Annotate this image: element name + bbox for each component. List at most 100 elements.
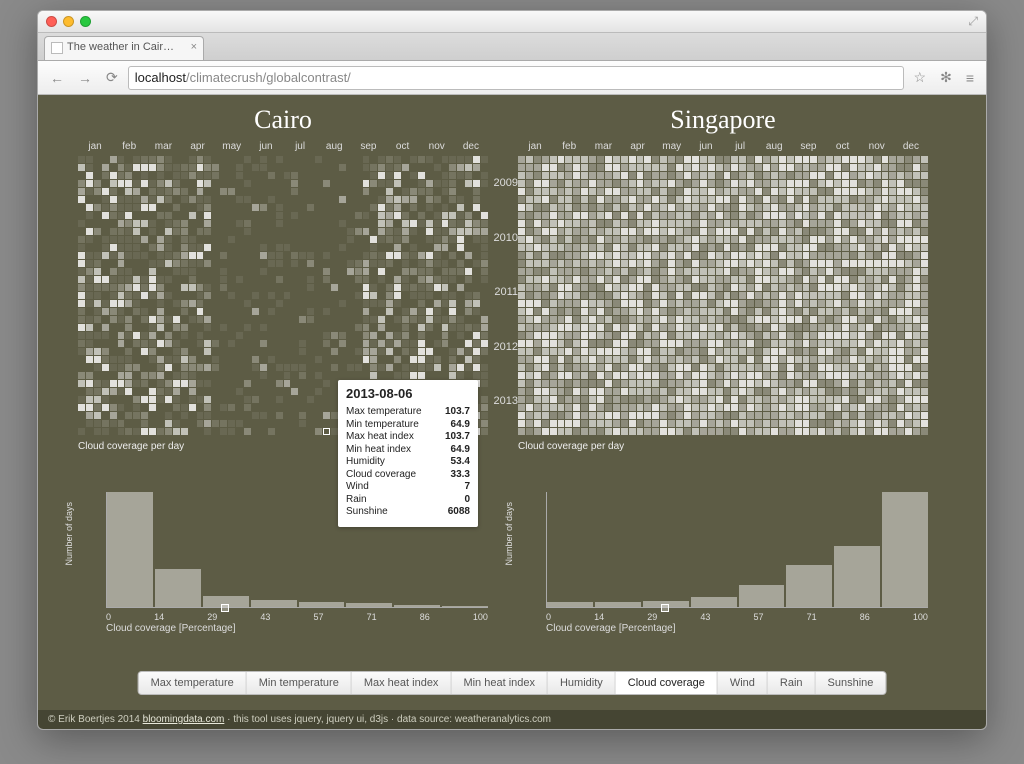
- heatmap-cell[interactable]: [228, 380, 235, 387]
- heatmap-cell[interactable]: [197, 412, 204, 419]
- heatmap-cell[interactable]: [637, 292, 644, 299]
- heatmap-cell[interactable]: [534, 396, 541, 403]
- heatmap-cell[interactable]: [442, 180, 449, 187]
- heatmap-cell[interactable]: [110, 412, 117, 419]
- heatmap-cell[interactable]: [621, 172, 628, 179]
- heatmap-cell[interactable]: [660, 348, 667, 355]
- heatmap-cell[interactable]: [581, 404, 588, 411]
- heatmap-cell[interactable]: [889, 396, 896, 403]
- heatmap-cell[interactable]: [605, 356, 612, 363]
- heatmap-cell[interactable]: [882, 388, 889, 395]
- heatmap-cell[interactable]: [426, 252, 433, 259]
- heatmap-cell[interactable]: [276, 348, 283, 355]
- heatmap-cell[interactable]: [581, 364, 588, 371]
- heatmap-cell[interactable]: [795, 252, 802, 259]
- heatmap-cell[interactable]: [102, 420, 109, 427]
- heatmap-cell[interactable]: [605, 364, 612, 371]
- heatmap-cell[interactable]: [355, 260, 362, 267]
- heatmap-cell[interactable]: [118, 268, 125, 275]
- heatmap-cell[interactable]: [850, 356, 857, 363]
- heatmap-cell[interactable]: [165, 204, 172, 211]
- heatmap-cell[interactable]: [212, 204, 219, 211]
- heatmap-cell[interactable]: [581, 420, 588, 427]
- heatmap-cell[interactable]: [581, 292, 588, 299]
- heatmap-cell[interactable]: [668, 164, 675, 171]
- heatmap-cell[interactable]: [252, 372, 259, 379]
- heatmap-cell[interactable]: [268, 388, 275, 395]
- heatmap-cell[interactable]: [787, 332, 794, 339]
- heatmap-cell[interactable]: [118, 284, 125, 291]
- heatmap-cell[interactable]: [644, 300, 651, 307]
- heatmap-cell[interactable]: [228, 316, 235, 323]
- heatmap-cell[interactable]: [787, 364, 794, 371]
- heatmap-cell[interactable]: [197, 332, 204, 339]
- heatmap-cell[interactable]: [882, 212, 889, 219]
- heatmap-cell[interactable]: [550, 268, 557, 275]
- heatmap-cell[interactable]: [284, 300, 291, 307]
- heatmap-cell[interactable]: [204, 340, 211, 347]
- heatmap-cell[interactable]: [449, 284, 456, 291]
- heatmap-cell[interactable]: [118, 372, 125, 379]
- heatmap-cell[interactable]: [386, 364, 393, 371]
- heatmap-cell[interactable]: [315, 236, 322, 243]
- heatmap-cell[interactable]: [708, 236, 715, 243]
- heatmap-cell[interactable]: [779, 204, 786, 211]
- heatmap-cell[interactable]: [465, 244, 472, 251]
- heatmap-cell[interactable]: [173, 260, 180, 267]
- heatmap-cell[interactable]: [850, 196, 857, 203]
- heatmap-cell[interactable]: [102, 204, 109, 211]
- heatmap-cell[interactable]: [260, 252, 267, 259]
- heatmap-cell[interactable]: [181, 196, 188, 203]
- heatmap-cell[interactable]: [629, 260, 636, 267]
- heatmap-cell[interactable]: [284, 380, 291, 387]
- heatmap-cell[interactable]: [370, 212, 377, 219]
- heatmap-cell[interactable]: [858, 180, 865, 187]
- heatmap-cell[interactable]: [125, 372, 132, 379]
- heatmap-cell[interactable]: [842, 300, 849, 307]
- heatmap-cell[interactable]: [597, 172, 604, 179]
- heatmap-cell[interactable]: [110, 364, 117, 371]
- heatmap-cell[interactable]: [410, 332, 417, 339]
- heatmap-cell[interactable]: [307, 300, 314, 307]
- heatmap-cell[interactable]: [125, 284, 132, 291]
- heatmap-cell[interactable]: [268, 260, 275, 267]
- heatmap-cell[interactable]: [771, 412, 778, 419]
- heatmap-cell[interactable]: [481, 244, 488, 251]
- heatmap-cell[interactable]: [842, 236, 849, 243]
- heatmap-cell[interactable]: [874, 252, 881, 259]
- heatmap-cell[interactable]: [473, 356, 480, 363]
- heatmap-cell[interactable]: [410, 156, 417, 163]
- heatmap-cell[interactable]: [652, 388, 659, 395]
- heatmap-cell[interactable]: [716, 308, 723, 315]
- heatmap-cell[interactable]: [118, 324, 125, 331]
- heatmap-cell[interactable]: [449, 156, 456, 163]
- heatmap-cell[interactable]: [212, 172, 219, 179]
- heatmap-cell[interactable]: [212, 420, 219, 427]
- heatmap-cell[interactable]: [189, 244, 196, 251]
- heatmap-cell[interactable]: [818, 260, 825, 267]
- heatmap-cell[interactable]: [716, 420, 723, 427]
- heatmap-cell[interactable]: [897, 428, 904, 435]
- heatmap-cell[interactable]: [605, 372, 612, 379]
- heatmap-cell[interactable]: [299, 244, 306, 251]
- heatmap-cell[interactable]: [102, 324, 109, 331]
- heatmap-cell[interactable]: [299, 204, 306, 211]
- heatmap-cell[interactable]: [905, 252, 912, 259]
- heatmap-cell[interactable]: [426, 220, 433, 227]
- heatmap-cell[interactable]: [149, 332, 156, 339]
- heatmap-cell[interactable]: [173, 308, 180, 315]
- heatmap-cell[interactable]: [763, 180, 770, 187]
- heatmap-cell[interactable]: [826, 156, 833, 163]
- heatmap-cell[interactable]: [125, 348, 132, 355]
- heatmap-cell[interactable]: [481, 212, 488, 219]
- heatmap-cell[interactable]: [810, 420, 817, 427]
- heatmap-cell[interactable]: [236, 308, 243, 315]
- heatmap-cell[interactable]: [882, 372, 889, 379]
- heatmap-cell[interactable]: [803, 380, 810, 387]
- heatmap-cell[interactable]: [189, 228, 196, 235]
- heatmap-cell[interactable]: [518, 324, 525, 331]
- heatmap-cell[interactable]: [889, 348, 896, 355]
- bar[interactable]: [882, 492, 928, 607]
- heatmap-cell[interactable]: [78, 332, 85, 339]
- heatmap-cell[interactable]: [676, 404, 683, 411]
